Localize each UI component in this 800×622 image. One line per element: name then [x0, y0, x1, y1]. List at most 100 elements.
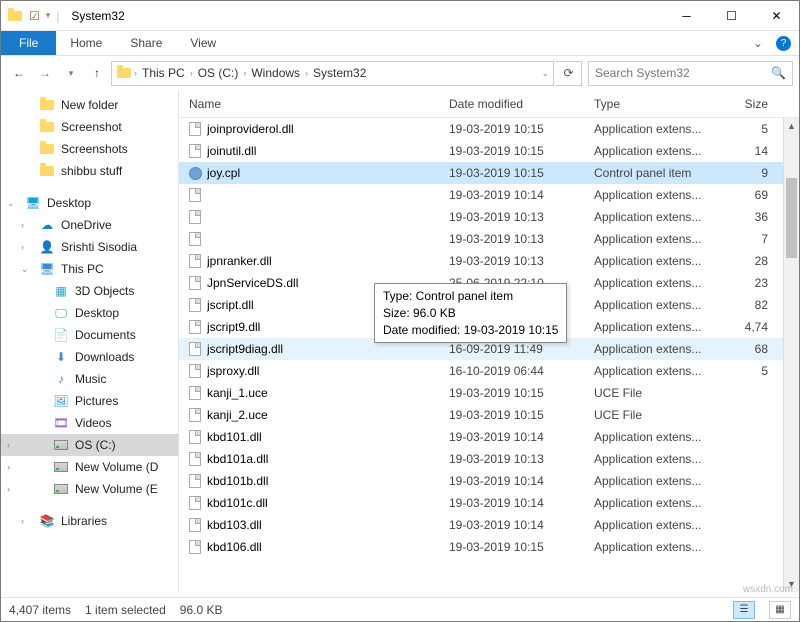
file-row[interactable]: kbd101c.dll19-03-2019 10:14Application e…	[179, 492, 799, 514]
address-bar[interactable]: › This PC › OS (C:) › Windows › System32…	[111, 61, 554, 86]
file-row[interactable]: kbd101a.dll19-03-2019 10:13Application e…	[179, 448, 799, 470]
file-row[interactable]: 19-03-2019 10:14Application extens...69	[179, 184, 799, 206]
refresh-button[interactable]: ⟳	[556, 61, 582, 86]
tree-os-c[interactable]: ›OS (C:)	[1, 434, 178, 456]
file-row[interactable]: joinproviderol.dll19-03-2019 10:15Applic…	[179, 118, 799, 140]
col-size[interactable]: Size	[724, 97, 778, 111]
file-row[interactable]: jsproxy.dll16-10-2019 06:44Application e…	[179, 360, 799, 382]
file-name: joinproviderol.dll	[207, 122, 449, 136]
tree-pictures[interactable]: 🖼Pictures	[1, 390, 178, 412]
up-button[interactable]: ↑	[85, 61, 109, 85]
recent-dropdown[interactable]: ▾	[59, 61, 83, 85]
tree-desktop-folder[interactable]: 🖵Desktop	[1, 302, 178, 324]
scroll-up-icon[interactable]: ▲	[784, 118, 799, 134]
file-name: jpnranker.dll	[207, 254, 449, 268]
file-size: 4,74	[724, 320, 778, 334]
address-dropdown-icon[interactable]: ⌄	[541, 68, 549, 79]
col-date[interactable]: Date modified	[449, 97, 594, 111]
file-type: Application extens...	[594, 342, 724, 356]
tree-music[interactable]: ♪Music	[1, 368, 178, 390]
close-button[interactable]: ✕	[754, 1, 799, 30]
file-type: Control panel item	[594, 166, 724, 180]
file-size: 9	[724, 166, 778, 180]
column-headers[interactable]: Name Date modified Type Size	[179, 90, 799, 118]
file-date: 19-03-2019 10:15	[449, 122, 594, 136]
tree-downloads[interactable]: ⬇Downloads	[1, 346, 178, 368]
file-size: 7	[724, 232, 778, 246]
file-list-area: Name Date modified Type Size joinprovide…	[179, 90, 799, 592]
tree-item: Screenshots	[1, 138, 178, 160]
crumb-os-c[interactable]: OS (C:)	[195, 66, 242, 80]
crumb-this-pc[interactable]: This PC	[139, 66, 188, 80]
file-type: Application extens...	[594, 254, 724, 268]
file-row[interactable]: kbd103.dll19-03-2019 10:14Application ex…	[179, 514, 799, 536]
search-icon[interactable]: 🔍	[771, 66, 786, 80]
view-tab[interactable]: View	[176, 31, 230, 55]
qat-checkbox-icon[interactable]: ☑	[29, 9, 40, 23]
home-tab[interactable]: Home	[56, 31, 116, 55]
file-type: Application extens...	[594, 320, 724, 334]
file-icon	[189, 320, 207, 334]
col-name[interactable]: Name	[189, 97, 449, 111]
maximize-button[interactable]: ☐	[709, 1, 754, 30]
scroll-thumb[interactable]	[786, 178, 797, 258]
tree-item: Screenshot	[1, 116, 178, 138]
ribbon-collapse-icon[interactable]: ⌄	[746, 31, 770, 55]
icons-view-button[interactable]: ▦	[769, 601, 791, 619]
file-icon	[189, 298, 207, 312]
file-size: 5	[724, 122, 778, 136]
file-type: Application extens...	[594, 210, 724, 224]
tree-this-pc[interactable]: ⌄🖥This PC	[1, 258, 178, 280]
file-row[interactable]: kanji_2.uce19-03-2019 10:15UCE File	[179, 404, 799, 426]
scrollbar[interactable]: ▲ ▼	[783, 118, 799, 592]
tree-user[interactable]: ›👤Srishti Sisodia	[1, 236, 178, 258]
crumb-system32[interactable]: System32	[310, 66, 369, 80]
tree-onedrive[interactable]: ›☁OneDrive	[1, 214, 178, 236]
minimize-button[interactable]: ─	[664, 1, 709, 30]
back-button[interactable]: ←	[7, 61, 31, 85]
status-item-count: 4,407 items	[9, 603, 71, 617]
tree-3d-objects[interactable]: ▦3D Objects	[1, 280, 178, 302]
file-row[interactable]: kbd101b.dll19-03-2019 10:14Application e…	[179, 470, 799, 492]
file-icon	[189, 518, 207, 532]
file-row[interactable]: kanji_1.uce19-03-2019 10:15UCE File	[179, 382, 799, 404]
file-icon	[189, 210, 207, 224]
file-row[interactable]: joinutil.dll19-03-2019 10:15Application …	[179, 140, 799, 162]
tree-documents[interactable]: 📄Documents	[1, 324, 178, 346]
status-bar: 4,407 items 1 item selected 96.0 KB ☰ ▦	[1, 597, 799, 621]
file-row[interactable]: joy.cpl19-03-2019 10:15Control panel ite…	[179, 162, 799, 184]
help-icon[interactable]: ?	[776, 36, 791, 51]
tree-libraries[interactable]: ›📚Libraries	[1, 510, 178, 532]
search-input[interactable]: Search System32 🔍	[588, 61, 793, 86]
file-name: kbd101b.dll	[207, 474, 449, 488]
file-size: 36	[724, 210, 778, 224]
col-type[interactable]: Type	[594, 97, 724, 111]
share-tab[interactable]: Share	[116, 31, 176, 55]
file-name: kbd106.dll	[207, 540, 449, 554]
file-row[interactable]: jpnranker.dll19-03-2019 10:13Application…	[179, 250, 799, 272]
file-type: Application extens...	[594, 496, 724, 510]
file-icon	[189, 232, 207, 246]
file-row[interactable]: 19-03-2019 10:13Application extens...7	[179, 228, 799, 250]
tree-new-volume-e[interactable]: ›New Volume (E	[1, 478, 178, 500]
tree-videos[interactable]: 🎞Videos	[1, 412, 178, 434]
file-icon	[189, 452, 207, 466]
file-row[interactable]: kbd106.dll19-03-2019 10:15Application ex…	[179, 536, 799, 558]
file-row[interactable]: kbd101.dll19-03-2019 10:14Application ex…	[179, 426, 799, 448]
crumb-windows[interactable]: Windows	[248, 66, 303, 80]
file-date: 19-03-2019 10:14	[449, 496, 594, 510]
file-list[interactable]: joinproviderol.dll19-03-2019 10:15Applic…	[179, 118, 799, 592]
qat-dropdown-icon[interactable]: ▾	[46, 10, 51, 21]
file-tab[interactable]: File	[1, 31, 56, 55]
file-type: Application extens...	[594, 540, 724, 554]
file-row[interactable]: 19-03-2019 10:13Application extens...36	[179, 206, 799, 228]
forward-button[interactable]: →	[33, 61, 57, 85]
details-view-button[interactable]: ☰	[733, 601, 755, 619]
tree-new-volume-d[interactable]: ›New Volume (D	[1, 456, 178, 478]
file-icon	[189, 342, 207, 356]
tree-desktop[interactable]: ⌄🖥Desktop	[1, 192, 178, 214]
file-date: 19-03-2019 10:15	[449, 408, 594, 422]
file-date: 19-03-2019 10:15	[449, 540, 594, 554]
navigation-tree[interactable]: New folder Screenshot Screenshots shibbu…	[1, 90, 179, 592]
file-name: kanji_1.uce	[207, 386, 449, 400]
